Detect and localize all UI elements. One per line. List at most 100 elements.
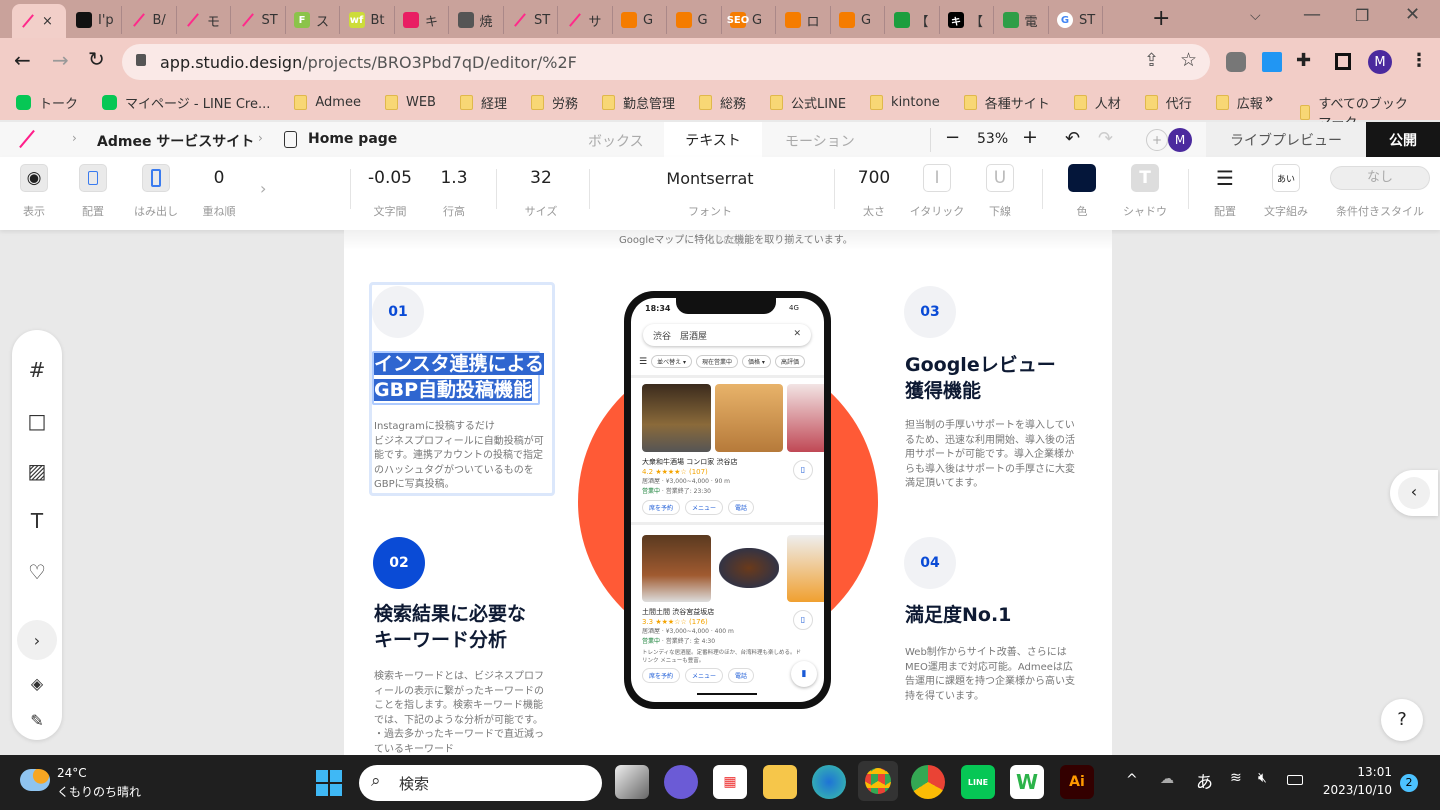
browser-tab[interactable]: × <box>12 4 66 38</box>
underline-toggle[interactable]: U 下線 <box>980 157 1020 230</box>
letter-spacing-input[interactable]: -0.05 文字間 <box>362 157 418 230</box>
browser-tab[interactable]: キ <box>395 6 449 34</box>
image-tool-icon[interactable]: ▨ <box>24 458 50 484</box>
onedrive-icon[interactable]: ☁ <box>1160 771 1174 787</box>
wifi-icon[interactable]: ≋ <box>1230 770 1242 786</box>
zoom-level[interactable]: 53% <box>977 131 1008 147</box>
undo-button[interactable]: ↶ <box>1065 128 1080 149</box>
bookmarks-overflow-button[interactable]: » <box>1265 92 1273 107</box>
invite-button[interactable]: + <box>1146 129 1168 151</box>
bookmark-item[interactable]: WEB <box>384 93 436 112</box>
windows-start-icon[interactable] <box>316 770 342 796</box>
bookmark-item[interactable]: 広報 <box>1215 93 1263 112</box>
bookmark-item[interactable]: トーク <box>16 93 78 112</box>
edge-icon[interactable] <box>812 765 846 799</box>
browser-tab[interactable]: ST <box>504 6 558 34</box>
taskbar-search[interactable]: ⌕ 検索 <box>359 765 602 801</box>
browser-tab[interactable]: I'p <box>68 6 122 34</box>
browser-tab[interactable]: G <box>613 6 667 34</box>
clock-date[interactable]: 2023/10/10 <box>1320 783 1392 797</box>
feature-body[interactable]: 検索キーワードとは、ビジネスプロフィールの表示に繋がったキーワードのことを指しま… <box>374 670 550 757</box>
bookmark-item[interactable]: 人材 <box>1073 93 1121 112</box>
bookmark-item[interactable]: マイページ - LINE Cre... <box>102 93 270 112</box>
shadow-control[interactable]: T シャドウ <box>1118 157 1172 230</box>
profile-avatar[interactable]: M <box>1368 50 1392 74</box>
pen-edit-icon[interactable]: ✎ <box>24 707 50 733</box>
browser-tab[interactable]: 焼 <box>450 6 504 34</box>
expand-chevron-icon[interactable]: › <box>260 179 266 198</box>
text-align-control[interactable]: ☰ 配置 <box>1205 157 1245 230</box>
forward-button[interactable]: → <box>52 48 69 72</box>
bookmark-item[interactable]: 各種サイト <box>963 93 1050 112</box>
tab-search-icon[interactable]: ⌵ <box>1250 8 1261 24</box>
browser-tab[interactable]: G <box>831 6 885 34</box>
publish-button[interactable]: 公開 <box>1366 122 1440 158</box>
reload-button[interactable]: ↻ <box>88 47 105 71</box>
new-tab-button[interactable]: + <box>1152 6 1170 31</box>
w-app-icon[interactable]: W <box>1010 765 1044 799</box>
breadcrumb-project[interactable]: Admee サービスサイト <box>97 131 254 151</box>
browser-tab[interactable]: Fス <box>286 6 340 34</box>
chrome-profile-i-icon[interactable] <box>911 765 945 799</box>
bookmark-item[interactable]: 経理 <box>459 93 507 112</box>
chrome-profile-m-icon[interactable] <box>858 761 898 801</box>
browser-tab[interactable]: B/ <box>123 6 177 34</box>
bookmark-item[interactable]: 公式LINE <box>770 93 846 112</box>
feature-title[interactable]: キーワード分析 <box>374 629 507 651</box>
browser-tab[interactable]: ST <box>232 6 286 34</box>
feature-body[interactable]: Web制作からサイト改善、さらにはMEO運用まで対応可能。Admeeは広告運用に… <box>905 646 1081 704</box>
side-panel-icon[interactable] <box>1335 53 1351 70</box>
browser-tab[interactable]: 電 <box>995 6 1049 34</box>
layers-icon[interactable]: ◈ <box>24 670 50 696</box>
teams-icon[interactable] <box>664 765 698 799</box>
back-button[interactable]: ← <box>14 48 31 72</box>
frame-tool-icon[interactable]: # <box>24 357 50 383</box>
share-icon[interactable]: ⇪ <box>1144 50 1159 71</box>
visibility-control[interactable]: ◉ 表示 <box>18 157 50 230</box>
restore-button[interactable]: ❐ <box>1355 6 1369 25</box>
browser-tab[interactable]: サ <box>559 6 613 34</box>
feature-title[interactable]: 獲得機能 <box>905 380 981 402</box>
font-weight-input[interactable]: 700 太さ <box>850 157 898 230</box>
live-preview-button[interactable]: ライブプレビュー <box>1206 122 1366 158</box>
feature-title[interactable]: 検索結果に必要な <box>374 603 526 625</box>
right-panel-toggle[interactable]: ‹ <box>1390 470 1438 516</box>
line-extension-icon[interactable] <box>1226 52 1246 72</box>
mute-icon[interactable]: 🔇︎ <box>1258 770 1267 786</box>
canvas-page[interactable]: Googleマップに特化した機能を取り揃えています。 1280px 01 インス… <box>344 230 1112 755</box>
text-tool-icon[interactable]: T <box>24 508 50 534</box>
typesetting-control[interactable]: あい 文字組み <box>1260 157 1312 230</box>
help-button[interactable]: ? <box>1381 699 1423 741</box>
address-bar[interactable]: app.studio.design/projects/BRO3Pbd7qD/ed… <box>122 44 1210 80</box>
zoom-in-button[interactable]: + <box>1022 126 1038 148</box>
feature-title[interactable]: Googleレビュー <box>905 354 1056 376</box>
feature-title[interactable]: GBP自動投稿機能 <box>374 379 533 401</box>
conditional-style-button[interactable]: なし <box>1330 166 1430 190</box>
browser-tab[interactable]: キ【 <box>940 6 994 34</box>
bookmark-item[interactable]: 総務 <box>699 93 746 112</box>
bookmark-item[interactable]: 代行 <box>1144 93 1192 112</box>
bookmark-item[interactable]: kintone <box>870 93 940 112</box>
task-view-icon[interactable] <box>615 765 649 799</box>
extensions-puzzle-icon[interactable]: ✚ <box>1296 50 1311 71</box>
user-avatar[interactable]: M <box>1168 128 1192 152</box>
expand-panel-chevron-icon[interactable]: › <box>17 620 57 660</box>
bookmark-item[interactable]: Admee <box>294 93 361 112</box>
bookmark-item[interactable]: 勤怠管理 <box>602 93 675 112</box>
feature-body[interactable]: 担当制の手厚いサポートを導入しているため、迅速な利用開始、導入後の活用サポートが… <box>905 419 1081 492</box>
weather-temp[interactable]: 24°C <box>57 766 87 780</box>
font-select[interactable]: Montserrat フォント <box>620 157 800 230</box>
placement-control[interactable]: 配置 <box>77 157 109 230</box>
tab-text[interactable]: テキスト <box>664 122 762 158</box>
clock-time[interactable]: 13:01 <box>1320 765 1392 779</box>
browser-tab[interactable]: ロ <box>777 6 831 34</box>
breadcrumb-page[interactable]: Home page <box>308 131 397 147</box>
weather-cloud-icon[interactable] <box>20 769 50 791</box>
tab-box[interactable]: ボックス <box>588 131 644 151</box>
audio-extension-icon[interactable] <box>1262 52 1282 72</box>
feature-title[interactable]: インスタ連携による <box>374 353 545 375</box>
font-size-input[interactable]: 32 サイズ <box>516 157 566 230</box>
phone-mockup[interactable]: 18:34 4G 渋谷 居酒屋 ✕ ☰ 並べ替え ▾ 現在営業中 価格 ▾ 高評価 大衆和… <box>624 291 831 709</box>
redo-button[interactable]: ↷ <box>1098 128 1113 149</box>
battery-icon[interactable] <box>1287 775 1303 785</box>
